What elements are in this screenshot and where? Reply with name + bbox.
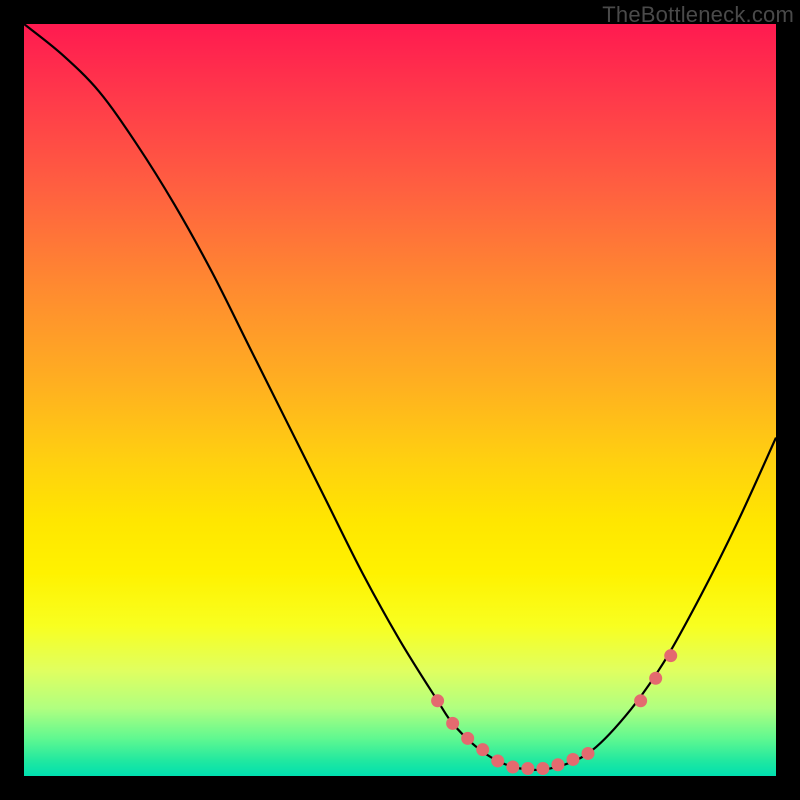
curve-path xyxy=(24,24,776,770)
highlight-dot xyxy=(521,762,534,775)
highlight-dot xyxy=(649,672,662,685)
watermark-text: TheBottleneck.com xyxy=(602,2,794,28)
highlight-dot xyxy=(431,694,444,707)
chart-frame xyxy=(24,24,776,776)
highlight-dot xyxy=(536,762,549,775)
highlight-dot xyxy=(634,694,647,707)
highlight-dot xyxy=(491,754,504,767)
highlight-dot xyxy=(566,753,579,766)
highlight-dot xyxy=(551,758,564,771)
highlight-dot xyxy=(664,649,677,662)
highlight-dot xyxy=(582,747,595,760)
highlight-dot xyxy=(506,760,519,773)
highlight-dot xyxy=(476,743,489,756)
highlight-dot xyxy=(461,732,474,745)
highlight-dot xyxy=(446,717,459,730)
bottleneck-curve-line xyxy=(24,24,776,770)
chart-svg xyxy=(24,24,776,776)
highlight-dots-group xyxy=(431,649,677,775)
